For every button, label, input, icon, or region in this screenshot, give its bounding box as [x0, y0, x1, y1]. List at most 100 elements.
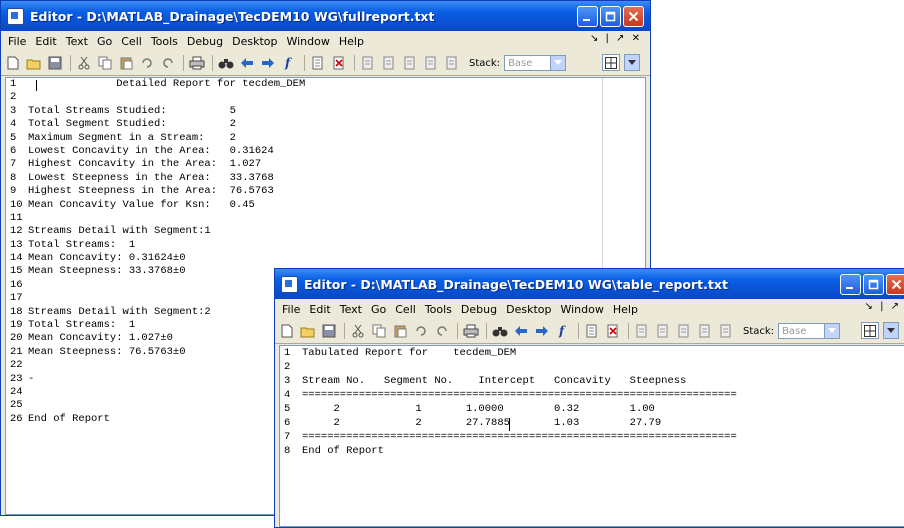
editor-window-table-report[interactable]: Editor - D:\MATLAB_Drainage\TecDEM10 WG\… — [274, 268, 904, 528]
menu-file[interactable]: File — [5, 35, 32, 48]
menu-cell[interactable]: Cell — [392, 303, 422, 316]
undo-icon[interactable] — [139, 55, 155, 71]
function-icon[interactable]: f — [281, 55, 297, 71]
chevron-down-icon[interactable] — [883, 322, 899, 339]
close-icon[interactable] — [886, 273, 904, 295]
print-icon[interactable] — [463, 323, 479, 339]
minimize-icon[interactable] — [840, 273, 861, 295]
menu-text[interactable]: Text — [63, 35, 94, 48]
open-folder-icon[interactable] — [26, 55, 42, 71]
step-icon[interactable] — [360, 55, 376, 71]
cut-icon[interactable] — [350, 323, 366, 339]
exit-debug-icon[interactable] — [718, 323, 734, 339]
menu-help[interactable]: Help — [336, 35, 370, 48]
back-arrow-icon[interactable] — [239, 55, 255, 71]
code-line[interactable]: End of Report — [302, 444, 904, 458]
code-line[interactable]: Total Streams Studied: 5 — [28, 105, 645, 118]
menu-desktop[interactable]: Desktop — [503, 303, 557, 316]
code-line[interactable]: Mean Concavity Value for Ksn: 0.45 — [28, 199, 645, 212]
menu-text[interactable]: Text — [337, 303, 368, 316]
step-icon[interactable] — [634, 323, 650, 339]
step-in-icon[interactable] — [381, 55, 397, 71]
code-line[interactable]: Maximum Segment in a Stream: 2 — [28, 132, 645, 145]
stack-select[interactable]: Base — [504, 55, 567, 71]
exit-debug-icon[interactable] — [444, 55, 460, 71]
save-icon[interactable] — [47, 55, 63, 71]
paste-icon[interactable] — [392, 323, 408, 339]
menu-file[interactable]: File — [279, 303, 306, 316]
chevron-down-icon[interactable] — [824, 324, 840, 338]
menu-debug[interactable]: Debug — [184, 35, 229, 48]
split-layout-icon[interactable] — [861, 322, 879, 339]
code-line[interactable]: ========================================… — [302, 430, 904, 444]
function-icon[interactable]: f — [555, 323, 571, 339]
split-layout-icon[interactable] — [602, 54, 620, 71]
dock-undock-icon[interactable]: ↘ | ↗ — [865, 301, 901, 312]
menu-help[interactable]: Help — [610, 303, 644, 316]
find-binoculars-icon[interactable] — [218, 55, 234, 71]
new-file-icon[interactable] — [5, 55, 21, 71]
editor-text-content[interactable]: Tabulated Report for tecdem_DEM Stream No… — [302, 346, 904, 458]
code-line[interactable]: Lowest Concavity in the Area: 0.31624 — [28, 145, 645, 158]
new-file-icon[interactable] — [279, 323, 295, 339]
title-bar[interactable]: Editor - D:\MATLAB_Drainage\TecDEM10 WG\… — [1, 1, 650, 31]
redo-icon[interactable] — [160, 55, 176, 71]
undo-icon[interactable] — [413, 323, 429, 339]
code-line[interactable] — [302, 360, 904, 374]
code-line[interactable]: 2 1 1.0000 0.32 1.00 — [302, 402, 904, 416]
title-bar[interactable]: Editor - D:\MATLAB_Drainage\TecDEM10 WG\… — [275, 269, 904, 299]
copy-icon[interactable] — [97, 55, 113, 71]
find-binoculars-icon[interactable] — [492, 323, 508, 339]
code-line[interactable]: Highest Concavity in the Area: 1.027 — [28, 158, 645, 171]
close-icon[interactable] — [623, 5, 644, 27]
menu-cell[interactable]: Cell — [118, 35, 148, 48]
maximize-icon[interactable] — [600, 5, 621, 27]
code-line[interactable]: Stream No. Segment No. Intercept Concavi… — [302, 374, 904, 388]
code-line[interactable]: Total Segment Studied: 2 — [28, 118, 645, 131]
print-icon[interactable] — [189, 55, 205, 71]
menu-tools[interactable]: Tools — [422, 303, 458, 316]
code-line[interactable]: Mean Concavity: 0.31624±0 — [28, 252, 645, 265]
code-line[interactable]: 2 2 27.7885 1.03 27.79 — [302, 416, 904, 430]
cut-icon[interactable] — [76, 55, 92, 71]
back-arrow-icon[interactable] — [513, 323, 529, 339]
code-line[interactable]: ========================================… — [302, 388, 904, 402]
forward-arrow-icon[interactable] — [534, 323, 550, 339]
menu-tools[interactable]: Tools — [148, 35, 184, 48]
maximize-icon[interactable] — [863, 273, 884, 295]
minimize-icon[interactable] — [577, 5, 598, 27]
menu-go[interactable]: Go — [94, 35, 118, 48]
menu-debug[interactable]: Debug — [458, 303, 503, 316]
continue-icon[interactable] — [423, 55, 439, 71]
code-line[interactable]: Tabulated Report for tecdem_DEM — [302, 346, 904, 360]
step-out-icon[interactable] — [676, 323, 692, 339]
step-in-icon[interactable] — [655, 323, 671, 339]
continue-icon[interactable] — [697, 323, 713, 339]
text-editor-area[interactable]: 1 2 3 4 5 6 7 8 Tabulated Report for tecdem_DEM… — [279, 345, 904, 527]
clear-breakpoints-icon[interactable] — [605, 323, 621, 339]
menu-window[interactable]: Window — [283, 35, 335, 48]
save-icon[interactable] — [321, 323, 337, 339]
code-line[interactable]: Total Streams: 1 — [28, 239, 645, 252]
chevron-down-icon[interactable] — [624, 54, 640, 71]
code-line[interactable]: Streams Detail with Segment:1 — [28, 225, 645, 238]
menu-edit[interactable]: Edit — [32, 35, 62, 48]
menu-desktop[interactable]: Desktop — [229, 35, 283, 48]
copy-icon[interactable] — [371, 323, 387, 339]
code-line[interactable]: Lowest Steepness in the Area: 33.3768 — [28, 172, 645, 185]
redo-icon[interactable] — [434, 323, 450, 339]
set-breakpoint-icon[interactable] — [584, 323, 600, 339]
code-line[interactable]: Detailed Report for tecdem_DEM — [28, 78, 645, 91]
step-out-icon[interactable] — [402, 55, 418, 71]
set-breakpoint-icon[interactable] — [310, 55, 326, 71]
open-folder-icon[interactable] — [300, 323, 316, 339]
code-line[interactable] — [28, 212, 645, 225]
dock-undock-icon[interactable]: ↘ | ↗ ✕ — [590, 33, 642, 44]
chevron-down-icon[interactable] — [550, 56, 566, 70]
code-line[interactable]: Highest Steepness in the Area: 76.5763 — [28, 185, 645, 198]
stack-select[interactable]: Base — [778, 323, 841, 339]
clear-breakpoints-icon[interactable] — [331, 55, 347, 71]
forward-arrow-icon[interactable] — [260, 55, 276, 71]
menu-window[interactable]: Window — [557, 303, 609, 316]
menu-edit[interactable]: Edit — [306, 303, 336, 316]
